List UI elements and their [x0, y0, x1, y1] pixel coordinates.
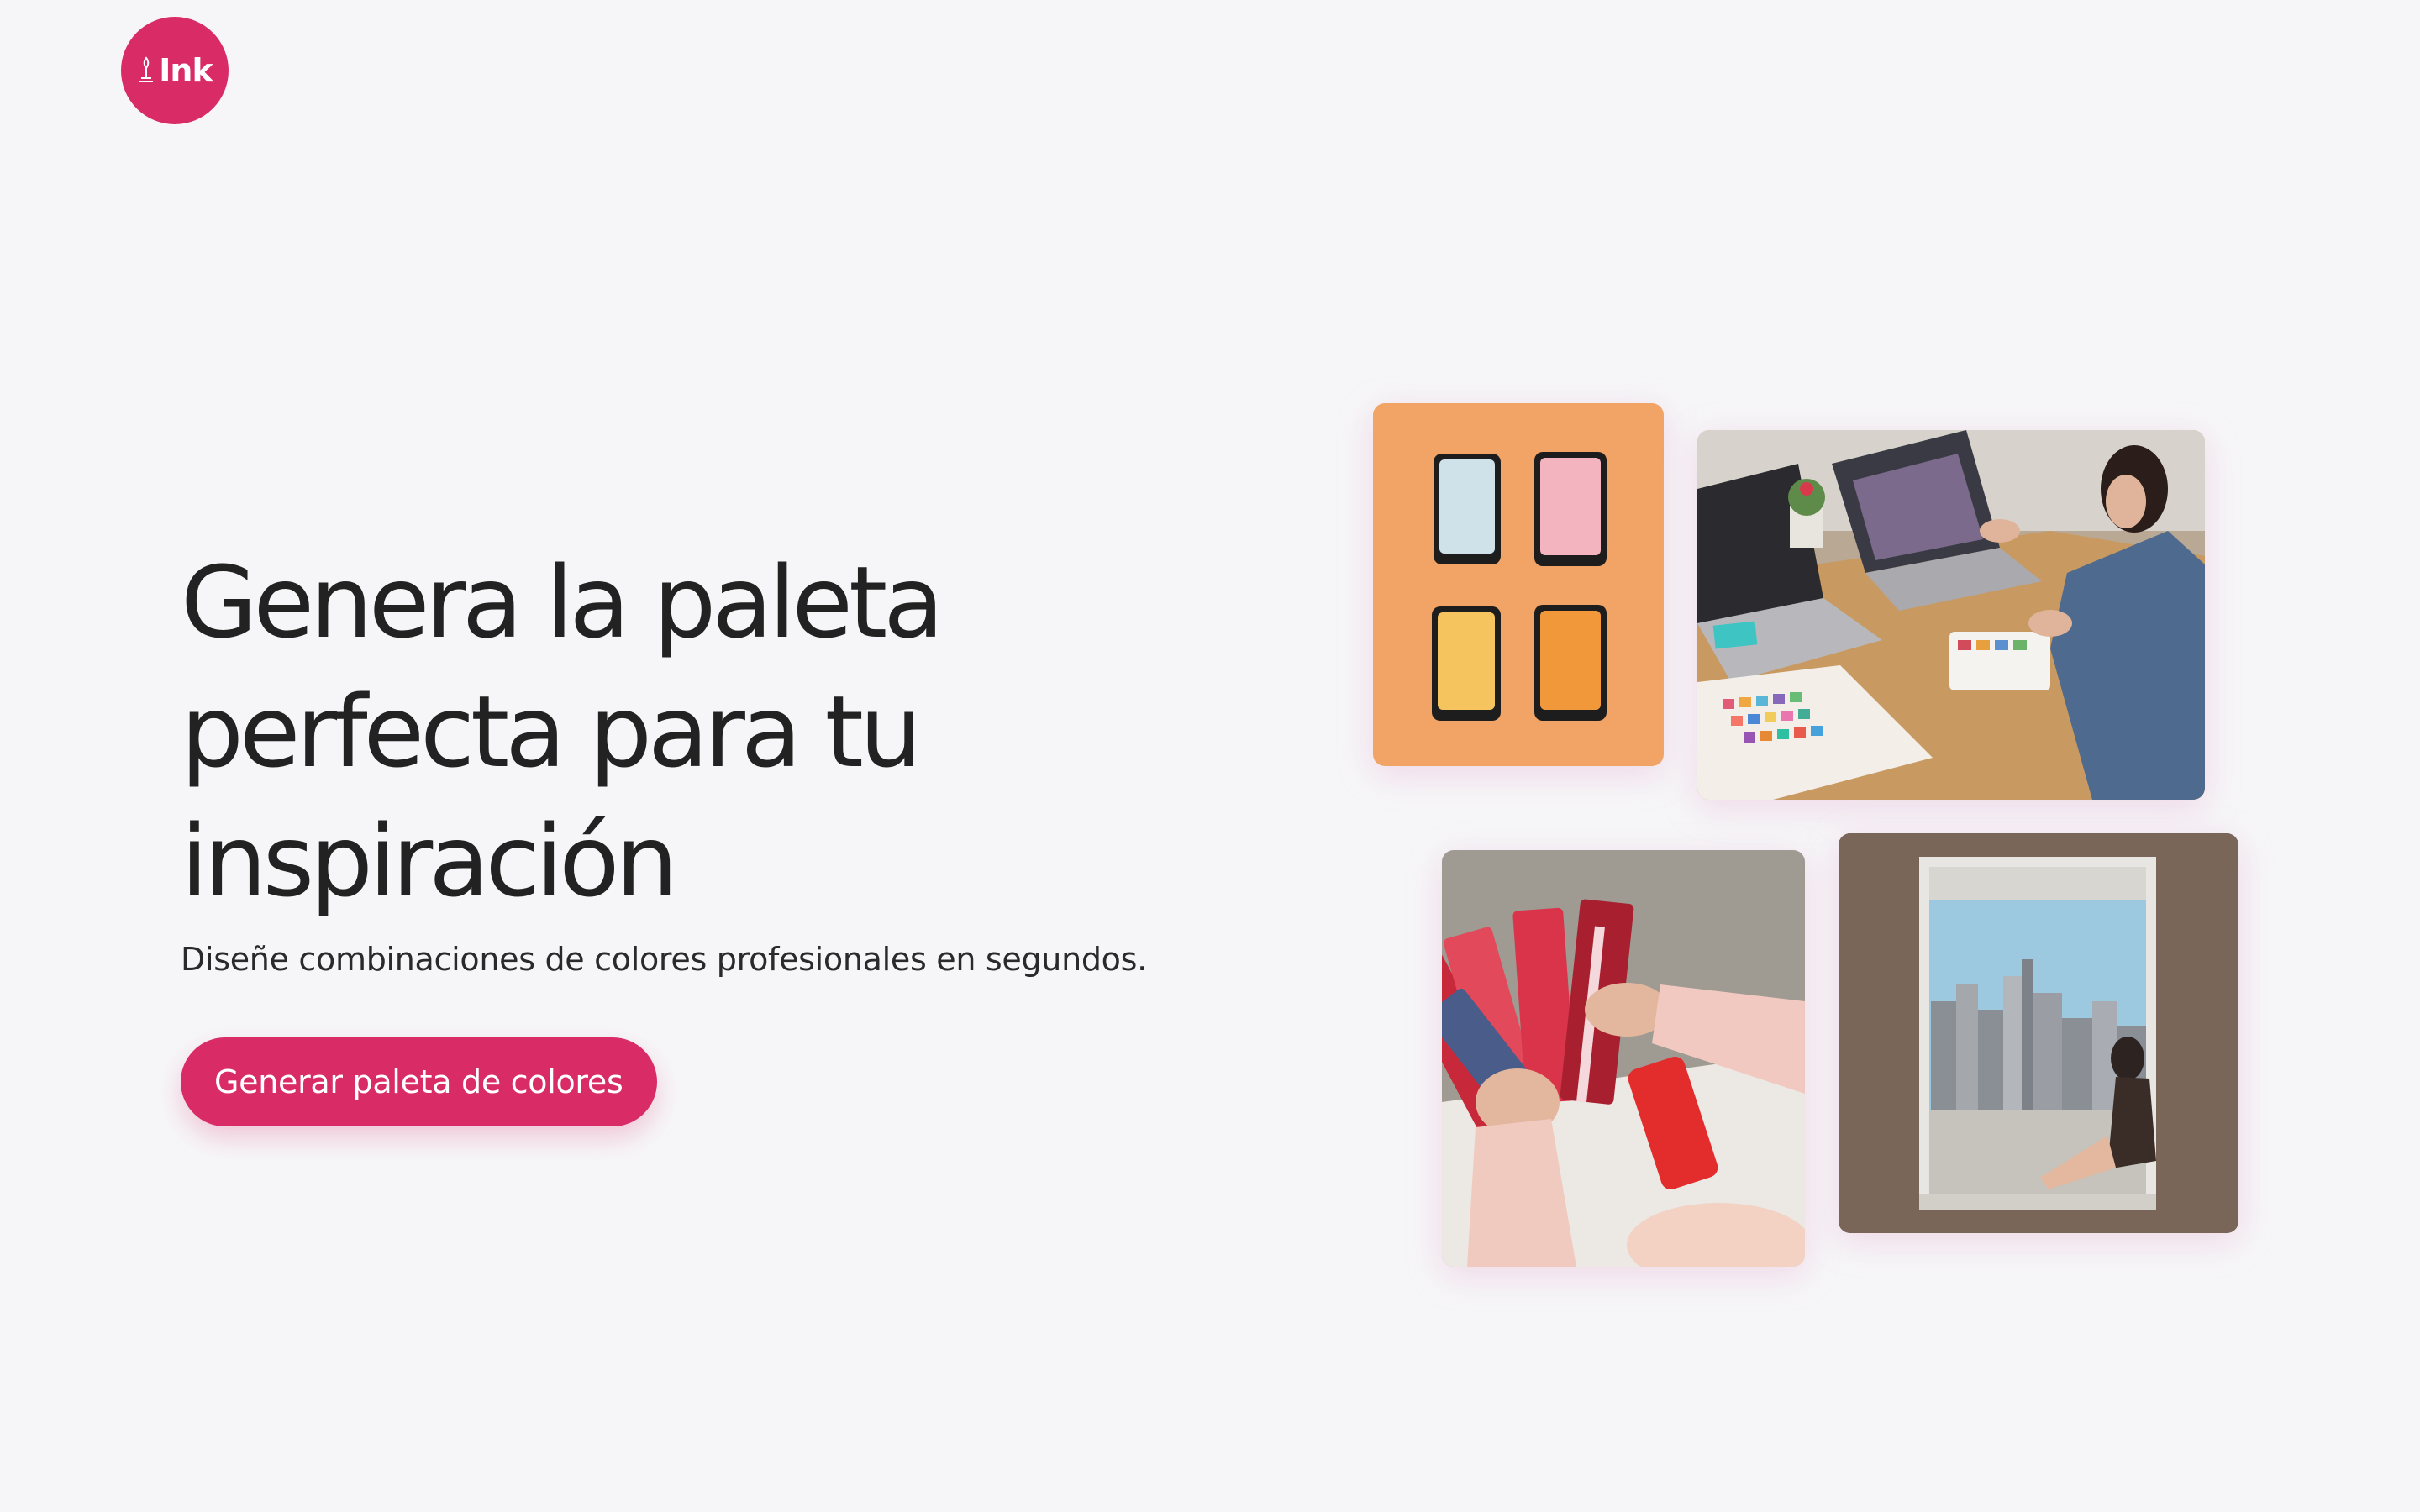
landing-page: Ink Genera la paleta perfecta para tu in…	[0, 0, 2420, 1512]
ink-pen-icon	[139, 56, 154, 82]
logo-text: Ink	[159, 52, 213, 89]
ink-logo[interactable]: Ink	[121, 17, 229, 124]
designer-desk-image	[1697, 430, 2205, 800]
hero-subtitle: Diseñe combinaciones de colores profesio…	[181, 941, 1147, 978]
swatch-hands-image	[1442, 850, 1805, 1267]
hero-title-line-2: perfecta para tu	[181, 674, 923, 790]
hero-section: Genera la paleta perfecta para tu inspir…	[181, 538, 1189, 1126]
generate-palette-button[interactable]: Generar paleta de colores	[181, 1037, 657, 1126]
hero-title: Genera la paleta perfecta para tu inspir…	[181, 538, 1189, 926]
window-view-image	[1839, 833, 2238, 1233]
hero-title-line-1: Genera la paleta	[181, 544, 944, 660]
phones-palette-image	[1373, 403, 1664, 766]
hero-title-line-3: inspiración	[181, 803, 678, 919]
